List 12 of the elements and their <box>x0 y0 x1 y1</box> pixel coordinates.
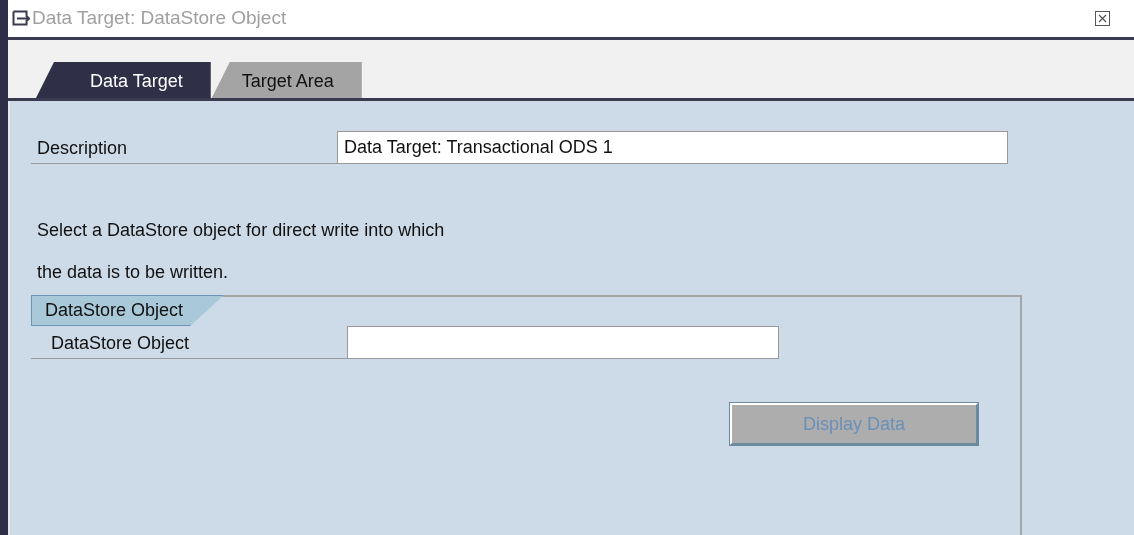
group-title: DataStore Object <box>31 295 225 326</box>
input-field[interactable]: Data Target: Transactional ODS 1 <box>337 131 1008 164</box>
window-icon <box>12 10 30 27</box>
field-label: DataStore Object <box>31 329 347 359</box>
tab[interactable]: Data Target <box>36 62 211 98</box>
input-field[interactable] <box>347 326 779 359</box>
close-icon[interactable] <box>1095 10 1110 26</box>
field-label: Description <box>31 138 337 164</box>
instruction-text: Select a DataStore object for direct write into which <box>36 219 446 242</box>
tab[interactable]: Target Area <box>211 62 362 98</box>
window-title: Data Target: DataStore Object <box>32 7 287 30</box>
instruction-text: the data is to be written. <box>36 261 230 284</box>
